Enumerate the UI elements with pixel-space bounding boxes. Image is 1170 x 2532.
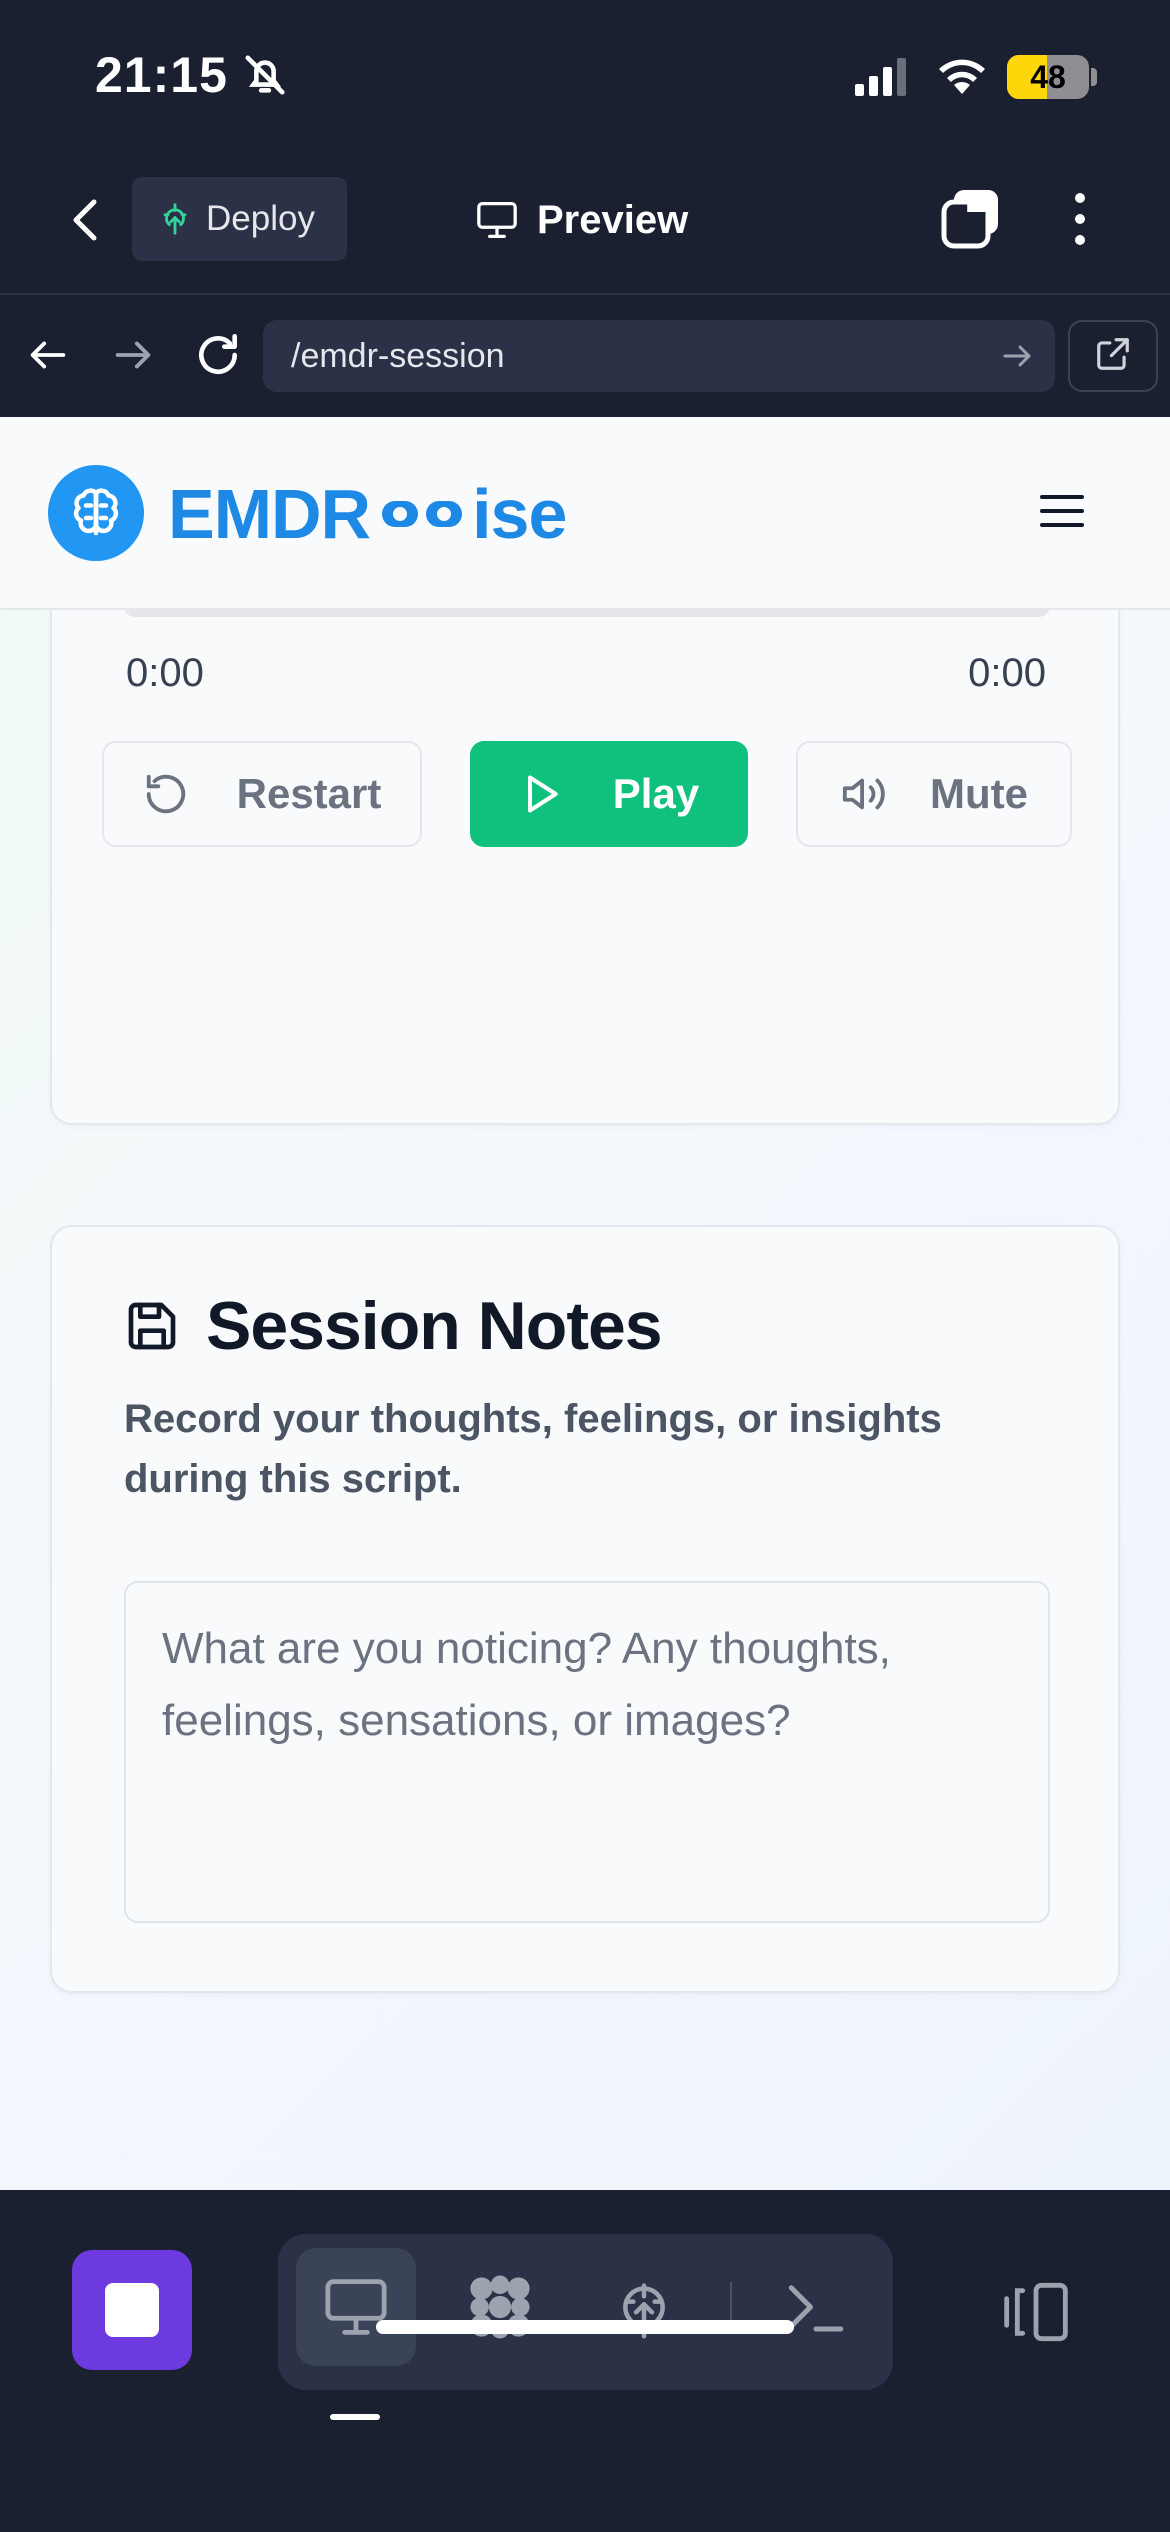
volume-icon [840, 771, 888, 817]
more-vertical-icon[interactable] [1060, 188, 1100, 250]
mute-button[interactable]: Mute [796, 741, 1072, 847]
bell-slash-icon [242, 52, 288, 103]
external-link-icon [1094, 335, 1132, 378]
url-text: /emdr-session [291, 337, 505, 375]
play-icon [519, 770, 563, 818]
wifi-icon [935, 56, 989, 101]
status-bar: 21:15 48 [0, 0, 1170, 150]
reload-icon[interactable] [193, 330, 243, 385]
bottom-dock [0, 2190, 1170, 2532]
terminal-icon[interactable] [756, 2248, 876, 2366]
deploy-icon [158, 201, 192, 237]
home-indicator [376, 2320, 794, 2334]
notes-title: Session Notes [124, 1287, 663, 1365]
url-bar: /emdr-session [0, 297, 1170, 417]
integrations-icon[interactable] [440, 2248, 560, 2366]
cell-signal-icon [855, 58, 911, 101]
web-preview: EMDR ise 0:00 0:00 Restart Play Mute Ses… [0, 417, 1170, 2190]
preview-title: Preview [475, 190, 688, 250]
stop-icon [105, 2283, 159, 2337]
view-switcher [278, 2234, 893, 2390]
play-button[interactable]: Play [470, 741, 748, 847]
brain-logo-icon[interactable] [48, 465, 144, 561]
preview-monitor-icon[interactable] [296, 2248, 416, 2366]
deploy-button[interactable]: Deploy [132, 177, 347, 261]
status-time: 21:15 [95, 47, 228, 103]
go-arrow-icon[interactable] [999, 338, 1035, 379]
site-logo[interactable]: EMDR ise [168, 469, 567, 559]
site-header: EMDR ise [0, 417, 1170, 610]
menu-icon[interactable] [1040, 495, 1084, 531]
chevron-left-icon[interactable] [60, 190, 110, 250]
rotate-ccw-icon [143, 771, 189, 817]
notes-textarea[interactable] [124, 1581, 1050, 1923]
url-input[interactable]: /emdr-session [263, 320, 1055, 392]
tabs-icon[interactable] [940, 188, 1002, 250]
battery-level: 48 [1030, 59, 1066, 95]
active-tab-indicator [330, 2414, 380, 2420]
session-notes-card: Session Notes Record your thoughts, feel… [50, 1225, 1120, 1993]
monitor-icon [475, 200, 519, 240]
current-time: 0:00 [126, 651, 204, 695]
battery-icon: 48 [1007, 55, 1089, 99]
stop-button[interactable] [72, 2250, 192, 2370]
arrow-left-icon[interactable] [25, 332, 71, 383]
layout-toggle-icon[interactable] [998, 2280, 1074, 2349]
duration: 0:00 [968, 651, 1046, 695]
deploy-label: Deploy [206, 199, 315, 238]
save-icon [124, 1298, 180, 1354]
restart-button[interactable]: Restart [102, 741, 422, 847]
open-external-button[interactable] [1068, 320, 1158, 392]
deploy-tree-icon[interactable] [584, 2248, 704, 2366]
notes-subtitle: Record your thoughts, feelings, or insig… [124, 1397, 942, 1501]
arrow-right-icon[interactable] [110, 332, 156, 383]
eyes-icon [382, 501, 463, 527]
app-toolbar: Deploy Preview [0, 150, 1170, 295]
